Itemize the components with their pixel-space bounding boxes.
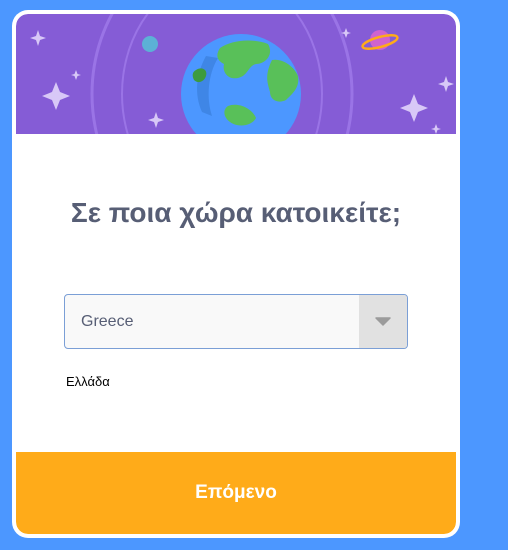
sparkle-icon (431, 124, 441, 134)
country-select[interactable]: Greece (64, 294, 408, 349)
chevron-down-icon (375, 317, 391, 326)
selected-country-native-name: Ελλάδα (66, 374, 110, 389)
country-select-arrow[interactable] (359, 295, 407, 348)
dialog-body: Σε ποια χώρα κατοικείτε; Greece Ελλάδα (16, 134, 456, 452)
sparkle-icon (438, 76, 454, 92)
sparkle-icon (30, 30, 46, 46)
page-background: Σε ποια χώρα κατοικείτε; Greece Ελλάδα Ε… (0, 0, 508, 550)
country-select-value: Greece (81, 313, 134, 330)
dialog-header-illustration (16, 14, 456, 134)
dialog-inner: Σε ποια χώρα κατοικείτε; Greece Ελλάδα Ε… (16, 14, 456, 534)
next-button[interactable]: Επόμενο (16, 452, 456, 534)
country-question-title: Σε ποια χώρα κατοικείτε; (70, 197, 402, 228)
sparkle-icon (42, 82, 70, 110)
sparkle-icon (71, 70, 81, 80)
moon-icon (142, 36, 158, 52)
country-dialog: Σε ποια χώρα κατοικείτε; Greece Ελλάδα Ε… (12, 10, 460, 538)
sparkle-icon (400, 94, 428, 122)
sparkle-icon (148, 112, 164, 128)
globe-space-illustration (30, 14, 454, 134)
